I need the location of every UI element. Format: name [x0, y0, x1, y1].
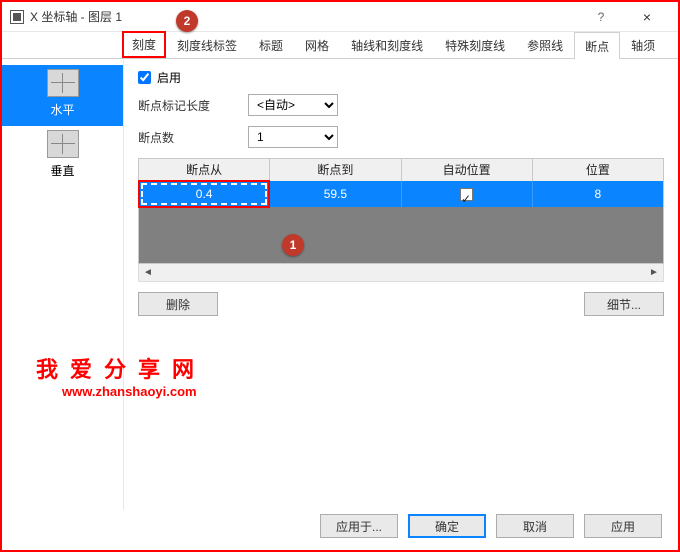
sidebar-item-vertical[interactable]: 垂直	[2, 126, 123, 187]
enable-checkbox[interactable]	[138, 71, 151, 84]
help-button[interactable]: ?	[578, 10, 624, 24]
vertical-axis-icon	[47, 130, 79, 158]
apply-to-button[interactable]: 应用于...	[320, 514, 398, 538]
watermark-url: www.zhanshaoyi.com	[62, 384, 197, 399]
tab-breaks[interactable]: 断点	[574, 32, 620, 59]
header-to[interactable]: 断点到	[270, 159, 401, 181]
header-auto[interactable]: 自动位置	[402, 159, 533, 181]
cell-to[interactable]: 59.5	[270, 181, 401, 207]
dialog-body: 水平 垂直 启用 断点标记长度 <自动> 断点数 1 断点从 断点到 自动位置 …	[2, 59, 678, 510]
horizontal-scrollbar[interactable]: ◄ ►	[138, 264, 664, 282]
apply-button[interactable]: 应用	[584, 514, 662, 538]
detail-button[interactable]: 细节...	[584, 292, 664, 316]
mark-len-row: 断点标记长度 <自动>	[138, 94, 664, 116]
annotation-badge-1: 1	[282, 234, 304, 256]
close-button[interactable]: ×	[624, 9, 670, 25]
titlebar: X 坐标轴 - 图层 1 ? ×	[2, 2, 678, 32]
breaks-table: 断点从 断点到 自动位置 位置 0.4 59.5 8	[138, 158, 664, 264]
cell-pos[interactable]: 8	[533, 181, 663, 207]
tab-tick-labels[interactable]: 刻度线标签	[166, 31, 248, 58]
app-icon	[10, 10, 24, 24]
tab-whisker[interactable]: 轴须	[620, 31, 666, 58]
table-row[interactable]: 0.4 59.5 8	[139, 181, 663, 207]
cell-auto[interactable]	[402, 181, 533, 207]
dialog-footer: 应用于... 确定 取消 应用	[320, 514, 662, 538]
scroll-right-icon[interactable]: ►	[645, 267, 663, 278]
tab-scale[interactable]: 刻度	[122, 31, 166, 58]
count-label: 断点数	[138, 129, 248, 146]
tab-title[interactable]: 标题	[248, 31, 294, 58]
tab-lines[interactable]: 轴线和刻度线	[340, 31, 434, 58]
table-empty-area	[139, 207, 663, 263]
count-row: 断点数 1	[138, 126, 664, 148]
mark-len-select[interactable]: <自动>	[248, 94, 338, 116]
axis-sidebar: 水平 垂直	[2, 59, 124, 510]
watermark-text: 我爱分享网	[36, 352, 206, 384]
delete-button[interactable]: 删除	[138, 292, 218, 316]
window-title: X 坐标轴 - 图层 1	[30, 8, 578, 25]
enable-row: 启用	[138, 69, 664, 86]
cell-from[interactable]: 0.4	[139, 181, 270, 207]
annotation-badge-2: 2	[176, 10, 198, 32]
ok-button[interactable]: 确定	[408, 514, 486, 538]
sidebar-item-horizontal[interactable]: 水平	[2, 65, 123, 126]
auto-checkbox-icon[interactable]	[460, 188, 473, 201]
tab-reference[interactable]: 参照线	[516, 31, 574, 58]
scroll-left-icon[interactable]: ◄	[139, 267, 157, 278]
cancel-button[interactable]: 取消	[496, 514, 574, 538]
horizontal-axis-icon	[47, 69, 79, 97]
breaks-panel: 启用 断点标记长度 <自动> 断点数 1 断点从 断点到 自动位置 位置 0.4…	[124, 59, 678, 510]
tab-grid[interactable]: 网格	[294, 31, 340, 58]
header-pos[interactable]: 位置	[533, 159, 663, 181]
tab-special[interactable]: 特殊刻度线	[434, 31, 516, 58]
header-from[interactable]: 断点从	[139, 159, 270, 181]
sidebar-item-label: 垂直	[50, 162, 74, 179]
table-button-row: 删除 细节...	[138, 292, 664, 316]
sidebar-item-label: 水平	[50, 101, 74, 118]
mark-len-label: 断点标记长度	[138, 97, 248, 114]
table-header: 断点从 断点到 自动位置 位置	[139, 159, 663, 181]
tab-bar: 刻度 刻度线标签 标题 网格 轴线和刻度线 特殊刻度线 参照线 断点 轴须	[2, 32, 678, 59]
count-select[interactable]: 1	[248, 126, 338, 148]
enable-label: 启用	[157, 69, 181, 86]
